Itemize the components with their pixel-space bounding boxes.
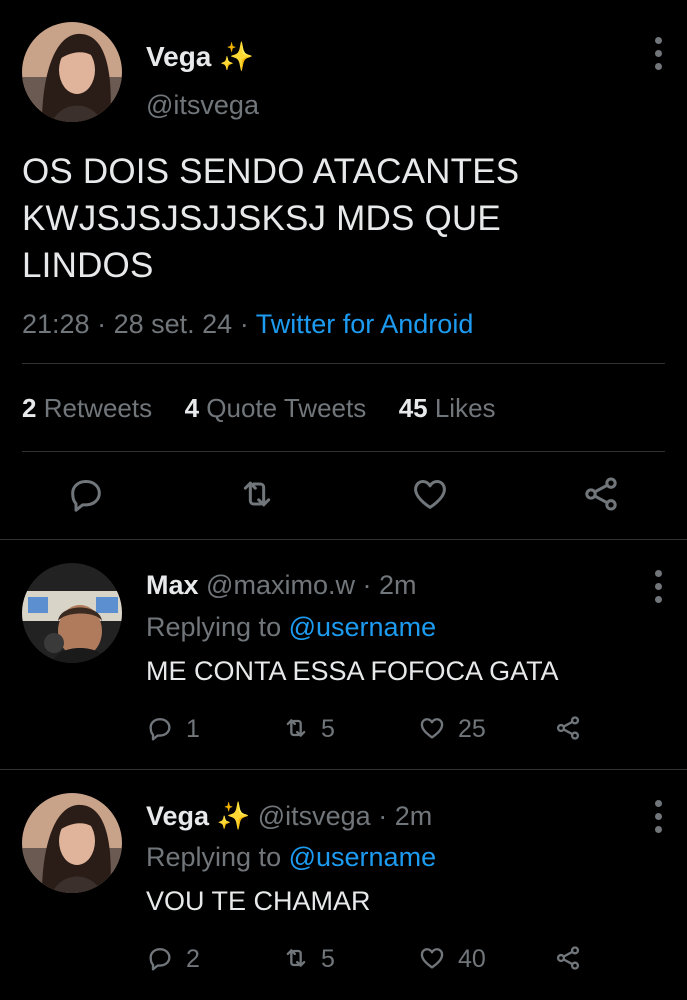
author-name[interactable]: Vega ✨	[146, 40, 254, 73]
tweet-text-line: LINDOS	[22, 246, 154, 285]
reply-author-handle[interactable]: @itsvega	[258, 801, 371, 831]
retweet-icon[interactable]	[282, 944, 310, 972]
reply-icon[interactable]	[146, 944, 174, 972]
avatar-vega[interactable]	[22, 793, 122, 893]
avatar-max[interactable]	[22, 563, 122, 663]
share-icon[interactable]	[554, 714, 582, 742]
reply-author-name[interactable]: Max	[146, 570, 199, 600]
sparkles-emoji: ✨	[219, 41, 255, 72]
divider	[22, 451, 665, 452]
share-icon[interactable]	[554, 944, 582, 972]
quotes-stat[interactable]: 4 Quote Tweets	[185, 393, 367, 423]
quotes-label: Quote Tweets	[206, 393, 367, 423]
reply-header: Vega ✨ @itsvega · 2m	[146, 800, 432, 832]
likes-count: 45	[398, 393, 428, 423]
replying-to-label: Replying to	[146, 842, 282, 872]
retweets-count: 2	[22, 393, 37, 423]
like-count: 25	[458, 715, 486, 743]
meta-separator: ·	[362, 570, 372, 600]
retweet-count: 5	[321, 715, 335, 743]
reply-icon[interactable]	[146, 714, 174, 742]
reply-count: 1	[186, 715, 200, 743]
heart-icon[interactable]	[410, 474, 450, 514]
reply-time: 2m	[394, 801, 433, 831]
reply-count: 2	[186, 945, 200, 973]
like-count: 40	[458, 945, 486, 973]
tweet-meta: 21:28 · 28 set. 24 · Twitter for Android	[22, 309, 473, 340]
sparkles-emoji: ✨	[216, 801, 251, 831]
divider	[0, 769, 687, 770]
tweet-date[interactable]: 28 set. 24	[114, 309, 233, 339]
retweets-stat[interactable]: 2 Retweets	[22, 393, 152, 423]
tweet-text-line: OS DOIS SENDO ATACANTES	[22, 152, 520, 191]
replying-to-label: Replying to	[146, 612, 282, 642]
share-icon[interactable]	[581, 474, 621, 514]
replying-to-link[interactable]: @username	[289, 612, 436, 642]
likes-stat[interactable]: 45 Likes	[399, 393, 496, 423]
tweet-client-link[interactable]: Twitter for Android	[256, 309, 474, 339]
quotes-count: 4	[184, 393, 200, 423]
likes-label: Likes	[434, 393, 496, 423]
meta-separator: ·	[239, 309, 249, 339]
reply-text: VOU TE CHAMAR	[146, 886, 371, 916]
reply-time: 2m	[379, 570, 417, 600]
reply-text: ME CONTA ESSA FOFOCA GATA	[146, 656, 559, 686]
reply-header: Max @maximo.w · 2m	[146, 570, 417, 601]
tweet-stats: 2 Retweets 4 Quote Tweets 45 Likes	[22, 393, 496, 424]
replying-to: Replying to @username	[146, 612, 436, 643]
reply-author-handle[interactable]: @maximo.w	[206, 570, 355, 600]
heart-icon[interactable]	[418, 714, 446, 742]
more-vertical-icon[interactable]	[651, 800, 665, 834]
more-vertical-icon[interactable]	[651, 570, 665, 604]
tweet-text-line: KWJSJSJSJJSKSJ MDS QUE	[22, 199, 501, 238]
heart-icon[interactable]	[418, 944, 446, 972]
reply-author-name[interactable]: Vega	[146, 801, 209, 831]
meta-separator: ·	[378, 801, 388, 831]
replying-to: Replying to @username	[146, 842, 436, 873]
author-name-text: Vega	[146, 41, 212, 72]
more-vertical-icon[interactable]	[651, 37, 665, 71]
tweet-text: OS DOIS SENDO ATACANTES KWJSJSJSJJSKSJ M…	[22, 148, 519, 289]
retweet-count: 5	[321, 945, 335, 973]
retweet-icon[interactable]	[237, 474, 277, 514]
replying-to-link[interactable]: @username	[289, 842, 436, 872]
retweets-label: Retweets	[43, 393, 153, 423]
avatar-vega[interactable]	[22, 22, 122, 122]
divider	[22, 363, 665, 364]
reply-icon[interactable]	[66, 474, 106, 514]
author-handle[interactable]: @itsvega	[146, 90, 259, 121]
tweet-time[interactable]: 21:28	[22, 309, 90, 339]
divider	[0, 539, 687, 540]
retweet-icon[interactable]	[282, 714, 310, 742]
meta-separator: ·	[97, 309, 107, 339]
